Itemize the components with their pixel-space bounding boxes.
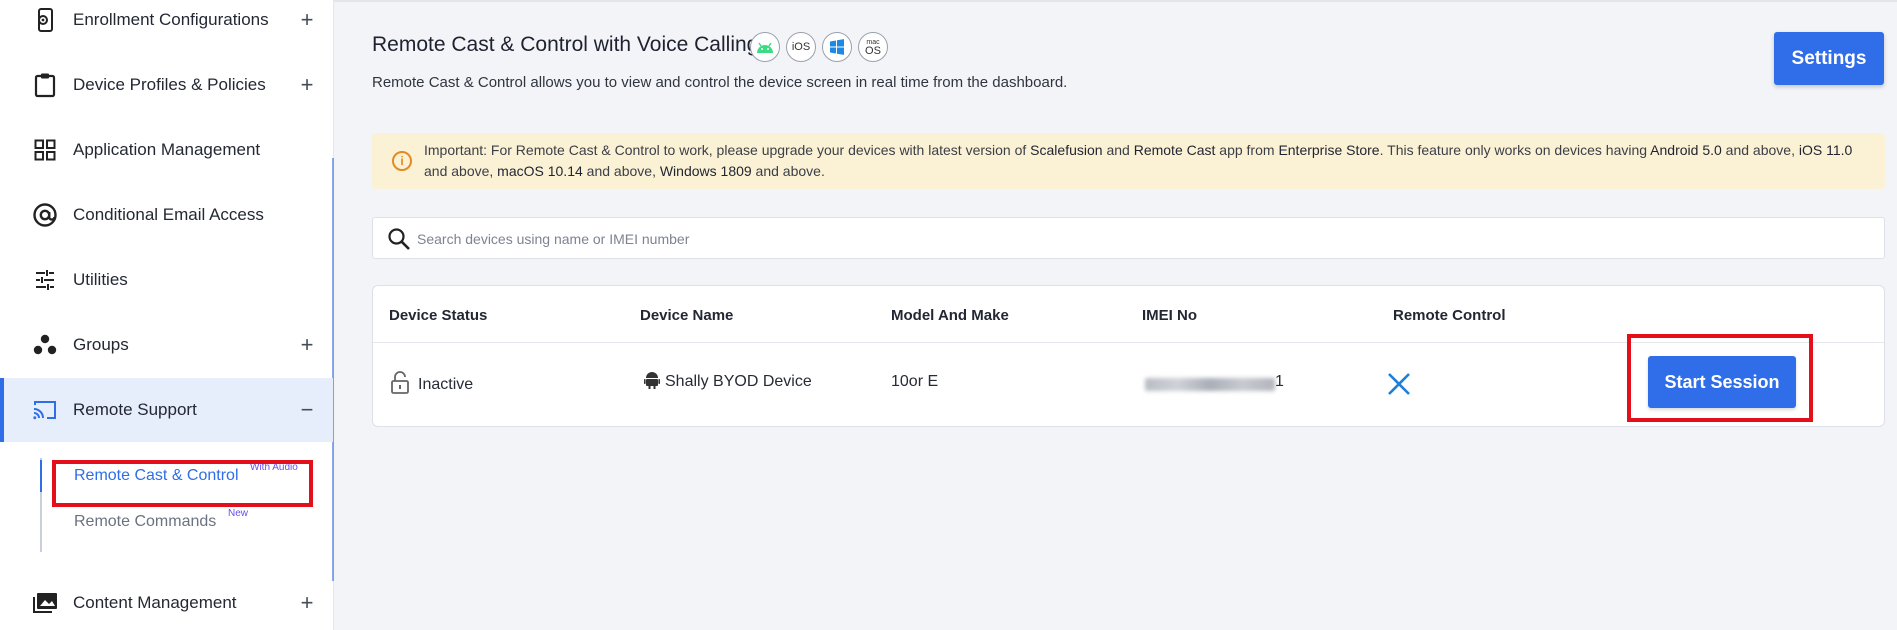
- groups-icon: [32, 332, 58, 358]
- notice-emphasis: Windows 1809: [659, 163, 752, 179]
- submenu-item-label: Remote Cast & Control: [74, 467, 239, 484]
- at-sign-icon: [32, 202, 58, 228]
- settings-button[interactable]: Settings: [1774, 32, 1884, 85]
- sidebar-item-label: Device Profiles & Policies: [73, 75, 266, 94]
- table-header-row: Device Status Device Name Model And Make…: [373, 286, 1884, 343]
- sidebar-item-enrollment-configurations[interactable]: Enrollment Configurations +: [0, 0, 333, 52]
- supported-os-icons: iOS mac OS: [750, 32, 888, 62]
- notice-emphasis: Enterprise Store: [1278, 142, 1380, 158]
- column-header-model-make[interactable]: Model And Make: [891, 307, 1009, 324]
- sidebar-item-label: Application Management: [73, 140, 261, 159]
- column-header-imei[interactable]: IMEI No: [1142, 307, 1197, 324]
- sidebar-item-label: Content Management: [73, 593, 237, 612]
- new-badge: New: [228, 508, 249, 519]
- unlock-icon: [390, 371, 410, 395]
- windows-icon: [822, 32, 852, 62]
- sidebar-item-label: Utilities: [73, 270, 128, 289]
- notice-emphasis: Android 5.0: [1650, 142, 1722, 158]
- device-status: Inactive: [418, 376, 474, 393]
- sidebar-item-label: Remote Support: [73, 400, 197, 419]
- search-input[interactable]: [417, 227, 1817, 251]
- expand-icon[interactable]: +: [298, 592, 316, 614]
- macos-label: OS: [865, 45, 881, 57]
- notice-segment: Important: For Remote Cast & Control to …: [424, 142, 1031, 158]
- notice-segment: app from: [1215, 142, 1279, 158]
- submenu-item-remote-cast-control[interactable]: Remote Cast & Control With Audio: [40, 458, 298, 494]
- device-search-bar: [372, 217, 1885, 259]
- notice-segment: and above,: [582, 163, 660, 179]
- sidebar-item-label: Groups: [73, 335, 129, 354]
- android-device-icon: [644, 371, 660, 389]
- app-root: Enrollment Configurations + Device Profi…: [0, 0, 1897, 630]
- notice-emphasis: Scalefusion: [1030, 142, 1103, 158]
- cast-icon: [32, 397, 58, 423]
- sidebar-item-device-profiles[interactable]: Device Profiles & Policies +: [0, 53, 333, 117]
- active-indicator: [40, 460, 42, 492]
- sidebar-item-utilities[interactable]: Utilities: [0, 248, 333, 312]
- notice-text: Important: For Remote Cast & Control to …: [424, 140, 1869, 182]
- notice-emphasis: iOS 11.0: [1798, 142, 1853, 158]
- important-notice: i Important: For Remote Cast & Control t…: [372, 133, 1885, 189]
- remote-support-submenu: Remote Cast & Control With Audio Remote …: [40, 458, 310, 552]
- remote-control-disabled-icon: [1386, 371, 1412, 397]
- ios-icon: iOS: [786, 32, 816, 62]
- imei-visible-suffix: 1: [1275, 373, 1284, 390]
- main-content: Remote Cast & Control with Voice Calling…: [334, 0, 1897, 630]
- notice-emphasis: macOS 10.14: [497, 163, 583, 179]
- macos-icon: mac OS: [858, 32, 888, 62]
- sidebar-item-groups[interactable]: Groups +: [0, 313, 333, 377]
- info-icon: i: [392, 151, 412, 171]
- start-session-button[interactable]: Start Session: [1648, 356, 1796, 408]
- sidebar-item-conditional-email-access[interactable]: Conditional Email Access: [0, 183, 333, 247]
- submenu-item-remote-commands[interactable]: Remote Commands New: [42, 504, 248, 540]
- column-header-remote-control: Remote Control: [1393, 307, 1506, 324]
- images-icon: [32, 590, 58, 616]
- device-name-link[interactable]: Shally BYOD Device: [665, 373, 812, 391]
- column-header-device-status[interactable]: Device Status: [389, 307, 487, 324]
- clipboard-icon: [32, 72, 58, 98]
- notice-segment: and above.: [751, 163, 825, 179]
- sidebar-item-remote-support[interactable]: Remote Support −: [0, 378, 333, 442]
- sidebar-item-label: Enrollment Configurations: [73, 10, 269, 29]
- page-title: Remote Cast & Control with Voice Calling: [372, 33, 759, 56]
- expand-icon[interactable]: +: [298, 9, 316, 31]
- sliders-icon: [32, 267, 58, 293]
- android-icon: [750, 32, 780, 62]
- top-divider: [334, 0, 1897, 2]
- sidebar-item-content-management[interactable]: Content Management +: [0, 571, 333, 630]
- expand-icon[interactable]: +: [298, 74, 316, 96]
- column-header-device-name[interactable]: Device Name: [640, 307, 733, 324]
- notice-segment: and above,: [424, 163, 498, 179]
- with-audio-badge: With Audio: [250, 462, 298, 473]
- imei-redacted: [1145, 378, 1275, 391]
- table-row: Inactive Shally BYOD Device 10or E 1 Sta…: [373, 343, 1884, 428]
- sidebar-item-application-management[interactable]: Application Management: [0, 118, 333, 182]
- devices-table: Device Status Device Name Model And Make…: [372, 285, 1885, 427]
- collapse-icon[interactable]: −: [298, 399, 316, 421]
- page-description: Remote Cast & Control allows you to view…: [372, 74, 1068, 91]
- sidebar-item-label: Conditional Email Access: [73, 205, 264, 224]
- sidebar: Enrollment Configurations + Device Profi…: [0, 0, 334, 630]
- notice-segment: and: [1102, 142, 1134, 158]
- notice-segment: . This feature only works on devices hav…: [1379, 142, 1651, 158]
- notice-segment: and above,: [1721, 142, 1799, 158]
- expand-icon[interactable]: +: [298, 334, 316, 356]
- mobile-gear-icon: [32, 7, 58, 33]
- submenu-item-label: Remote Commands: [74, 513, 217, 530]
- device-model: 10or E: [891, 373, 939, 390]
- notice-emphasis: Remote Cast: [1133, 142, 1216, 158]
- search-icon: [387, 227, 411, 251]
- grid-apps-icon: [32, 137, 58, 163]
